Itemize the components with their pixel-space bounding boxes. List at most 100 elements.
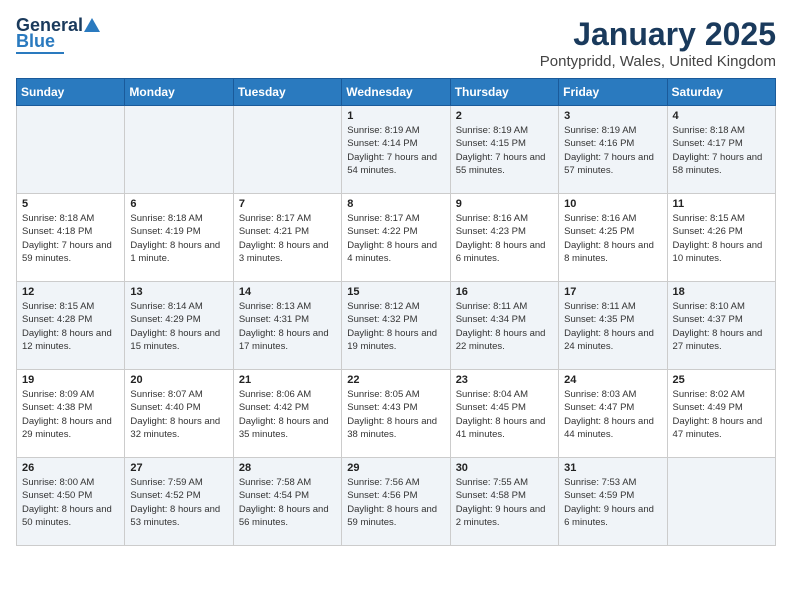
calendar-cell: 25 Sunrise: 8:02 AM Sunset: 4:49 PM Dayli…: [667, 370, 775, 458]
cell-sun-info: Sunrise: 8:13 AM Sunset: 4:31 PM Dayligh…: [239, 300, 336, 353]
calendar-cell: 14 Sunrise: 8:13 AM Sunset: 4:31 PM Dayli…: [233, 282, 341, 370]
day-number: 30: [456, 462, 553, 474]
calendar-cell: [17, 106, 125, 194]
calendar-table: SundayMondayTuesdayWednesdayThursdayFrid…: [16, 78, 776, 546]
day-number: 17: [564, 286, 661, 298]
calendar-cell: 15 Sunrise: 8:12 AM Sunset: 4:32 PM Dayli…: [342, 282, 450, 370]
day-number: 28: [239, 462, 336, 474]
calendar-cell: 23 Sunrise: 8:04 AM Sunset: 4:45 PM Dayli…: [450, 370, 558, 458]
day-number: 2: [456, 110, 553, 122]
logo: General Blue: [16, 16, 101, 54]
cell-sun-info: Sunrise: 8:15 AM Sunset: 4:26 PM Dayligh…: [673, 212, 770, 265]
day-number: 9: [456, 198, 553, 210]
calendar-cell: 20 Sunrise: 8:07 AM Sunset: 4:40 PM Dayli…: [125, 370, 233, 458]
day-number: 20: [130, 374, 227, 386]
cell-sun-info: Sunrise: 7:58 AM Sunset: 4:54 PM Dayligh…: [239, 476, 336, 529]
calendar-cell: 16 Sunrise: 8:11 AM Sunset: 4:34 PM Dayli…: [450, 282, 558, 370]
cell-sun-info: Sunrise: 7:59 AM Sunset: 4:52 PM Dayligh…: [130, 476, 227, 529]
calendar-cell: 1 Sunrise: 8:19 AM Sunset: 4:14 PM Daylig…: [342, 106, 450, 194]
location-title: Pontypridd, Wales, United Kingdom: [540, 53, 776, 70]
calendar-cell: 8 Sunrise: 8:17 AM Sunset: 4:22 PM Daylig…: [342, 194, 450, 282]
cell-sun-info: Sunrise: 8:10 AM Sunset: 4:37 PM Dayligh…: [673, 300, 770, 353]
month-title: January 2025: [540, 16, 776, 53]
cell-sun-info: Sunrise: 8:18 AM Sunset: 4:17 PM Dayligh…: [673, 124, 770, 177]
cell-sun-info: Sunrise: 8:19 AM Sunset: 4:14 PM Dayligh…: [347, 124, 444, 177]
cell-sun-info: Sunrise: 8:06 AM Sunset: 4:42 PM Dayligh…: [239, 388, 336, 441]
day-number: 11: [673, 198, 770, 210]
weekday-header-monday: Monday: [125, 79, 233, 106]
cell-sun-info: Sunrise: 8:11 AM Sunset: 4:34 PM Dayligh…: [456, 300, 553, 353]
day-number: 6: [130, 198, 227, 210]
calendar-cell: 5 Sunrise: 8:18 AM Sunset: 4:18 PM Daylig…: [17, 194, 125, 282]
cell-sun-info: Sunrise: 8:17 AM Sunset: 4:21 PM Dayligh…: [239, 212, 336, 265]
calendar-cell: 28 Sunrise: 7:58 AM Sunset: 4:54 PM Dayli…: [233, 458, 341, 546]
calendar-cell: 17 Sunrise: 8:11 AM Sunset: 4:35 PM Dayli…: [559, 282, 667, 370]
logo-blue-text: Blue: [16, 32, 55, 50]
day-number: 24: [564, 374, 661, 386]
calendar-cell: 29Sunrise: 7:56 AM Sunset: 4:56 PM Dayli…: [342, 458, 450, 546]
cell-sun-info: Sunrise: 8:09 AM Sunset: 4:38 PM Dayligh…: [22, 388, 119, 441]
day-number: 21: [239, 374, 336, 386]
logo-icon: [83, 16, 101, 34]
day-number: 16: [456, 286, 553, 298]
calendar-week-row: 26 Sunrise: 8:00 AM Sunset: 4:50 PM Dayli…: [17, 458, 776, 546]
cell-sun-info: Sunrise: 8:02 AM Sunset: 4:49 PM Dayligh…: [673, 388, 770, 441]
cell-sun-info: Sunrise: 8:12 AM Sunset: 4:32 PM Dayligh…: [347, 300, 444, 353]
cell-sun-info: Sunrise: 7:53 AM Sunset: 4:59 PM Dayligh…: [564, 476, 661, 529]
calendar-cell: 11 Sunrise: 8:15 AM Sunset: 4:26 PM Dayli…: [667, 194, 775, 282]
day-number: 3: [564, 110, 661, 122]
day-number: 18: [673, 286, 770, 298]
calendar-week-row: 19 Sunrise: 8:09 AM Sunset: 4:38 PM Dayli…: [17, 370, 776, 458]
day-number: 23: [456, 374, 553, 386]
calendar-week-row: 12 Sunrise: 8:15 AM Sunset: 4:28 PM Dayli…: [17, 282, 776, 370]
weekday-header-row: SundayMondayTuesdayWednesdayThursdayFrid…: [17, 79, 776, 106]
cell-sun-info: Sunrise: 8:14 AM Sunset: 4:29 PM Dayligh…: [130, 300, 227, 353]
calendar-cell: 9 Sunrise: 8:16 AM Sunset: 4:23 PM Daylig…: [450, 194, 558, 282]
cell-sun-info: Sunrise: 8:07 AM Sunset: 4:40 PM Dayligh…: [130, 388, 227, 441]
day-number: 22: [347, 374, 444, 386]
calendar-cell: 7 Sunrise: 8:17 AM Sunset: 4:21 PM Daylig…: [233, 194, 341, 282]
cell-sun-info: Sunrise: 8:04 AM Sunset: 4:45 PM Dayligh…: [456, 388, 553, 441]
cell-sun-info: Sunrise: 8:15 AM Sunset: 4:28 PM Dayligh…: [22, 300, 119, 353]
calendar-cell: [233, 106, 341, 194]
day-number: 25: [673, 374, 770, 386]
cell-sun-info: Sunrise: 7:56 AM Sunset: 4:56 PM Dayligh…: [347, 476, 444, 529]
calendar-cell: 30Sunrise: 7:55 AM Sunset: 4:58 PM Dayli…: [450, 458, 558, 546]
calendar-cell: 24Sunrise: 8:03 AM Sunset: 4:47 PM Dayli…: [559, 370, 667, 458]
calendar-cell: [667, 458, 775, 546]
day-number: 7: [239, 198, 336, 210]
cell-sun-info: Sunrise: 8:16 AM Sunset: 4:23 PM Dayligh…: [456, 212, 553, 265]
calendar-cell: 21 Sunrise: 8:06 AM Sunset: 4:42 PM Dayli…: [233, 370, 341, 458]
day-number: 15: [347, 286, 444, 298]
weekday-header-friday: Friday: [559, 79, 667, 106]
title-area: January 2025 Pontypridd, Wales, United K…: [540, 16, 776, 70]
day-number: 8: [347, 198, 444, 210]
calendar-week-row: 1 Sunrise: 8:19 AM Sunset: 4:14 PM Daylig…: [17, 106, 776, 194]
day-number: 31: [564, 462, 661, 474]
day-number: 19: [22, 374, 119, 386]
cell-sun-info: Sunrise: 8:18 AM Sunset: 4:18 PM Dayligh…: [22, 212, 119, 265]
calendar-cell: 22 Sunrise: 8:05 AM Sunset: 4:43 PM Dayli…: [342, 370, 450, 458]
page-header: General Blue January 2025 Pontypridd, Wa…: [16, 16, 776, 70]
cell-sun-info: Sunrise: 8:11 AM Sunset: 4:35 PM Dayligh…: [564, 300, 661, 353]
cell-sun-info: Sunrise: 8:00 AM Sunset: 4:50 PM Dayligh…: [22, 476, 119, 529]
calendar-cell: 13 Sunrise: 8:14 AM Sunset: 4:29 PM Dayli…: [125, 282, 233, 370]
day-number: 13: [130, 286, 227, 298]
logo-line: [16, 52, 64, 54]
cell-sun-info: Sunrise: 8:19 AM Sunset: 4:15 PM Dayligh…: [456, 124, 553, 177]
cell-sun-info: Sunrise: 8:19 AM Sunset: 4:16 PM Dayligh…: [564, 124, 661, 177]
cell-sun-info: Sunrise: 8:05 AM Sunset: 4:43 PM Dayligh…: [347, 388, 444, 441]
weekday-header-wednesday: Wednesday: [342, 79, 450, 106]
day-number: 26: [22, 462, 119, 474]
calendar-cell: [125, 106, 233, 194]
calendar-cell: 19 Sunrise: 8:09 AM Sunset: 4:38 PM Dayli…: [17, 370, 125, 458]
day-number: 14: [239, 286, 336, 298]
calendar-cell: 2 Sunrise: 8:19 AM Sunset: 4:15 PM Daylig…: [450, 106, 558, 194]
calendar-cell: 10Sunrise: 8:16 AM Sunset: 4:25 PM Dayli…: [559, 194, 667, 282]
day-number: 5: [22, 198, 119, 210]
calendar-cell: 3 Sunrise: 8:19 AM Sunset: 4:16 PM Daylig…: [559, 106, 667, 194]
cell-sun-info: Sunrise: 8:17 AM Sunset: 4:22 PM Dayligh…: [347, 212, 444, 265]
day-number: 1: [347, 110, 444, 122]
calendar-cell: 4Sunrise: 8:18 AM Sunset: 4:17 PM Daylig…: [667, 106, 775, 194]
day-number: 12: [22, 286, 119, 298]
